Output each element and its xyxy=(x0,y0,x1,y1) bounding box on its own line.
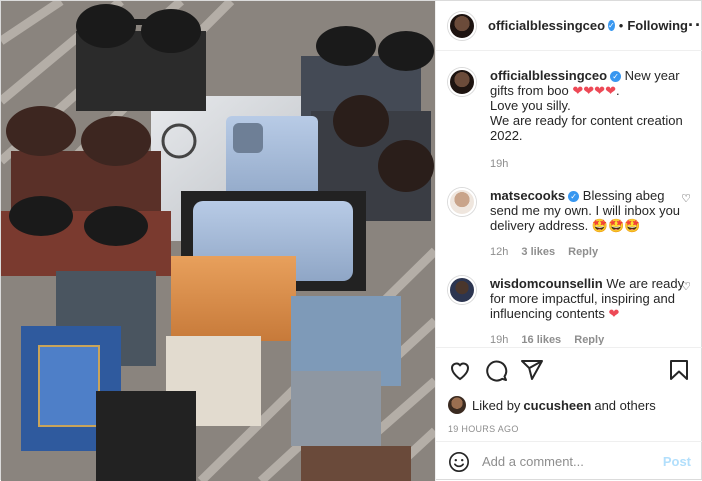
caption-time[interactable]: 19h xyxy=(490,158,508,170)
liked-by-suffix[interactable]: and others xyxy=(594,398,655,413)
comment-item: matsecooks ✓ Blessing abeg send me my own… xyxy=(448,188,691,260)
caption: officialblessingceo ✓ New year gifts from… xyxy=(448,68,691,172)
caption-meta: 19h xyxy=(490,157,685,172)
verified-badge-icon: ✓ xyxy=(610,71,622,83)
caption-username[interactable]: officialblessingceo xyxy=(490,68,607,83)
author-username[interactable]: officialblessingceo xyxy=(488,18,605,33)
reply-button[interactable]: Reply xyxy=(568,246,598,258)
comment-meta: 19h 16 likes Reply xyxy=(490,333,685,345)
emoji-icon[interactable] xyxy=(448,451,470,473)
reply-button[interactable]: Reply xyxy=(574,334,604,345)
comment-likes[interactable]: 3 likes xyxy=(521,246,555,258)
comment-input[interactable] xyxy=(482,454,663,469)
comment-avatar[interactable] xyxy=(448,188,476,216)
liked-by-user[interactable]: cucusheen xyxy=(523,398,591,413)
share-icon[interactable] xyxy=(520,358,544,382)
comment-likes[interactable]: 16 likes xyxy=(521,334,561,345)
caption-body: officialblessingceo ✓ New year gifts from… xyxy=(490,68,685,172)
comment-emoji: 🤩🤩🤩 xyxy=(591,218,641,233)
author-avatar[interactable] xyxy=(448,11,476,40)
post-timestamp[interactable]: 19 HOURS AGO xyxy=(448,424,691,434)
comment-body: matsecooks ✓ Blessing abeg send me my own… xyxy=(490,188,685,260)
action-icons xyxy=(448,358,691,382)
verified-badge-icon: ✓ xyxy=(608,20,615,31)
verified-badge-icon: ✓ xyxy=(568,191,580,203)
post-comment-button[interactable]: Post xyxy=(663,454,691,469)
comment-emoji: ❤ xyxy=(608,306,620,321)
post-actions: Liked by cucusheen and others 19 HOURS A… xyxy=(436,347,702,434)
following-button[interactable]: Following xyxy=(627,18,688,33)
gifts-photo-illustration xyxy=(1,1,435,481)
comment-avatar[interactable] xyxy=(448,276,476,304)
comment-item: wisdomcounsellin We are ready for more i… xyxy=(448,276,691,345)
comment-meta: 12h 3 likes Reply xyxy=(490,245,685,260)
comment-like-heart-icon[interactable]: ♡ xyxy=(681,280,691,293)
caption-text-line3: We are ready for content creation 2022. xyxy=(490,113,683,143)
caption-hearts: ❤❤❤❤ xyxy=(572,83,616,98)
liked-by-prefix: Liked by xyxy=(472,397,521,413)
bookmark-icon[interactable] xyxy=(667,358,691,382)
comment-like-heart-icon[interactable]: ♡ xyxy=(681,192,691,205)
liked-by-avatar[interactable] xyxy=(448,396,466,414)
comment-username[interactable]: matsecooks xyxy=(490,188,565,203)
instagram-post: officialblessingceo ✓ • Following ··· of… xyxy=(0,0,702,481)
caption-text-line2: Love you silly. xyxy=(490,98,571,113)
comment-body: wisdomcounsellin We are ready for more i… xyxy=(490,276,685,345)
heart-icon[interactable] xyxy=(448,358,472,382)
comment-username[interactable]: wisdomcounsellin xyxy=(490,276,603,291)
separator-dot: • xyxy=(618,18,624,33)
comment-icon[interactable] xyxy=(484,358,508,382)
post-sidebar: officialblessingceo ✓ • Following ··· of… xyxy=(435,1,702,481)
comments-section: officialblessingceo ✓ New year gifts from… xyxy=(436,52,702,345)
comment-time[interactable]: 19h xyxy=(490,334,508,345)
caption-avatar[interactable] xyxy=(448,68,476,96)
liked-by: Liked by cucusheen and others xyxy=(448,396,691,414)
post-photo[interactable] xyxy=(1,1,435,481)
comment-time[interactable]: 12h xyxy=(490,246,508,258)
more-options-icon[interactable]: ··· xyxy=(688,15,702,36)
post-header: officialblessingceo ✓ • Following ··· xyxy=(436,1,702,51)
add-comment-bar: Post xyxy=(436,441,702,481)
